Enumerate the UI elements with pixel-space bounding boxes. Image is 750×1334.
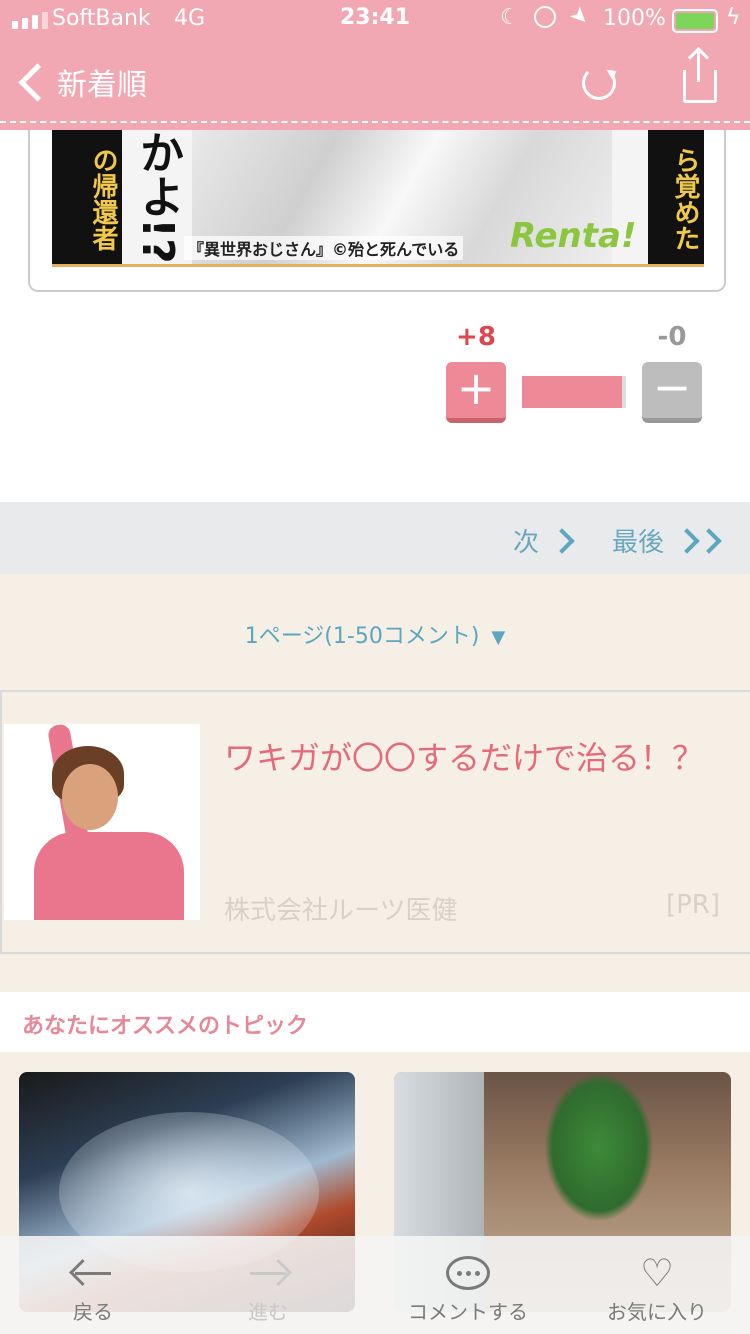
recommend-header: あなたにオススメのトピック [0,992,750,1052]
favorite-label: お気に入り [607,1300,707,1324]
bottom-toolbar: 戻る 進む コメントする ♡ お気に入り [0,1236,750,1334]
image-card: の帰還者 かよ!? ら覚めた 『異世界おじさん』©殆と死んでいる Renta! [28,130,726,292]
manga-image[interactable]: の帰還者 かよ!? ら覚めた 『異世界おじさん』©殆と死んでいる Renta! [52,130,704,267]
pager: 次 最後 [0,502,750,574]
back-nav-label: 戻る [73,1300,113,1324]
rotation-lock-icon [534,6,556,28]
favorite-button[interactable]: ♡ お気に入り [582,1250,732,1325]
ad-pr-tag: [PR] [665,890,720,920]
minus-count: -0 [657,322,687,352]
do-not-disturb-icon: ☾ [500,5,520,30]
comment-body: の帰還者 かよ!? ら覚めた 『異世界おじさん』©殆と死んでいる Renta! … [0,130,750,502]
back-button-label: 新着順 [57,68,147,103]
next-page-link[interactable]: 次 [513,522,575,559]
vote-ratio-fill [522,376,622,408]
arrow-left-icon [75,1271,111,1275]
comment-button[interactable]: コメントする [393,1250,543,1325]
reload-icon[interactable] [582,66,616,100]
arrow-right-icon [250,1271,286,1275]
next-label: 次 [513,528,540,558]
ad-title: ワキガが〇〇するだけで治る！？ [224,739,705,777]
battery-icon [672,9,718,33]
chevron-right-icon [549,527,575,554]
comment-label: コメントする [408,1300,528,1324]
plus-button[interactable]: + [446,362,506,423]
top-bar: SoftBank 4G 23:41 ☾ ➤ 100% ϟ 新着順 [0,0,750,130]
renta-logo: Renta! [510,216,637,256]
back-nav-button[interactable]: 戻る [18,1250,168,1325]
forward-nav-button[interactable]: 進む [193,1250,343,1325]
minus-button[interactable]: − [642,362,702,423]
status-bar: SoftBank 4G 23:41 ☾ ➤ 100% ϟ [0,0,750,40]
forward-nav-label: 進む [248,1300,288,1324]
navigation-bar: 新着順 [0,40,750,128]
last-label: 最後 [612,528,665,558]
speech-bubble-icon [446,1256,490,1290]
manga-right-text: ら覚めた [648,130,704,264]
header-divider [0,121,750,123]
vote-ratio-bar [522,376,626,408]
share-icon[interactable] [683,52,717,103]
ad-banner[interactable]: ワキガが〇〇するだけで治る！？ 株式会社ルーツ医健 [PR] [0,690,750,954]
ad-thumbnail [4,724,200,920]
manga-left-text: の帰還者 [52,130,122,264]
manga-mid-text: かよ!? [132,130,183,264]
plus-count: +8 [456,322,496,352]
chevron-left-icon [18,62,57,102]
image-credit: 『異世界おじさん』©殆と死んでいる [184,236,464,260]
recommend-title: あなたにオススメのトピック [22,1014,309,1039]
charging-icon: ϟ [726,5,741,30]
ad-company: 株式会社ルーツ医健 [224,896,458,926]
page-selector[interactable]: 1ページ(1-50コメント) ▼ [0,618,750,650]
heart-icon: ♡ [639,1251,675,1295]
dropdown-arrow-icon: ▼ [491,627,506,648]
back-button[interactable]: 新着順 [14,60,147,104]
page-selector-label: 1ページ(1-50コメント) [244,624,480,649]
last-page-link[interactable]: 最後 [612,522,722,559]
battery-percent: 100% [603,6,666,31]
